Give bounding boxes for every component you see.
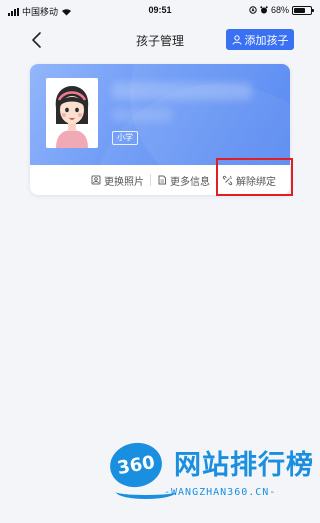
- add-child-label: 添加孩子: [244, 34, 289, 47]
- grade-badge: 小学: [112, 131, 138, 145]
- watermark-logo: 360: [106, 438, 166, 492]
- girl-avatar-icon: [46, 78, 98, 148]
- battery-percent: 68%: [270, 5, 289, 15]
- user-icon: [232, 34, 241, 45]
- child-info-redacted: [112, 108, 172, 122]
- change-photo-label: 更换照片: [104, 176, 144, 188]
- child-card-header: 小学: [30, 64, 290, 165]
- watermark-title: 网站排行榜: [174, 450, 314, 480]
- location-icon: [249, 6, 257, 14]
- add-child-button[interactable]: 添加孩子: [226, 29, 294, 50]
- watermark-subtitle: -WANGZHAN360.CN-: [164, 487, 277, 498]
- child-name-redacted: [112, 82, 252, 100]
- change-photo-button[interactable]: 更换照片: [85, 173, 150, 188]
- photo-icon: [91, 175, 101, 185]
- status-bar: 中国移动 09:51 68%: [0, 0, 320, 22]
- watermark: 360 网站排行榜 -WANGZHAN360.CN-: [104, 433, 314, 519]
- battery-icon: [292, 5, 314, 15]
- child-photo[interactable]: [46, 78, 98, 148]
- status-bar-right: 68%: [249, 5, 314, 15]
- unbind-highlight-box: [216, 158, 293, 196]
- nav-bar: 孩子管理 添加孩子: [0, 24, 320, 56]
- document-icon: [158, 175, 166, 185]
- alarm-icon: [260, 6, 268, 14]
- more-info-button[interactable]: 更多信息: [151, 173, 216, 188]
- more-info-label: 更多信息: [170, 176, 210, 188]
